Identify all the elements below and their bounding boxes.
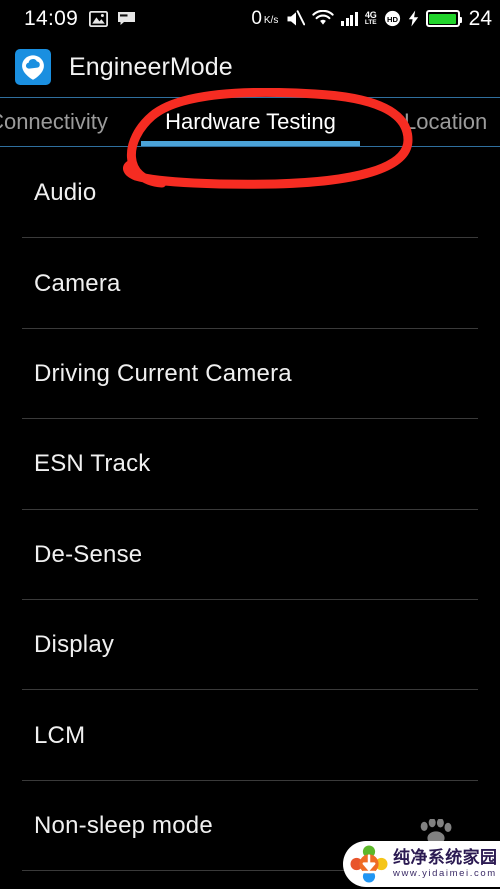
- tab-bar: Connectivity Hardware Testing Location: [0, 97, 500, 147]
- tab-location[interactable]: Location: [404, 98, 500, 146]
- list-item-label: ESN Track: [34, 450, 151, 478]
- svg-text:HD: HD: [387, 15, 398, 24]
- network-speed-unit: K/s: [263, 15, 279, 26]
- app-title: EngineerMode: [69, 52, 233, 81]
- list-item-label: LCM: [34, 721, 86, 749]
- status-bar: 14:09 0 K/s 4G LTE HD 24: [0, 0, 500, 37]
- list-item-label: Audio: [34, 179, 97, 207]
- volte-4g-icon: 4G LTE: [364, 10, 377, 26]
- hd-call-icon: HD: [384, 10, 401, 27]
- mute-icon: [285, 9, 306, 28]
- status-bar-clock: 14:09: [24, 7, 79, 30]
- list-item-label: Camera: [34, 269, 121, 297]
- app-bar: EngineerMode: [0, 37, 500, 97]
- battery-icon: [425, 10, 462, 27]
- list-item[interactable]: De-Sense: [0, 510, 500, 601]
- status-bar-system-icons: 0 K/s 4G LTE HD 24: [251, 8, 492, 29]
- status-bar-notification-icons: [89, 10, 136, 27]
- list-item[interactable]: Non-sleep mode: [0, 781, 500, 872]
- list-item-label: Display: [34, 631, 115, 659]
- signal-bars-icon: [341, 11, 358, 26]
- list-item[interactable]: Display: [0, 600, 500, 691]
- charging-bolt-icon: [408, 10, 419, 27]
- engineermode-app-icon: [15, 49, 51, 85]
- list-item[interactable]: ESN Track: [0, 419, 500, 510]
- tab-connectivity[interactable]: Connectivity: [0, 98, 143, 146]
- hardware-testing-list: Audio Camera Driving Current Camera ESN …: [0, 148, 500, 889]
- network-speed-value: 0: [251, 8, 262, 29]
- list-item-label: Non-sleep mode: [34, 811, 213, 839]
- tab-connectivity-label: Connectivity: [0, 109, 108, 134]
- network-speed-indicator: 0 K/s: [251, 9, 278, 28]
- list-item-label: De-Sense: [34, 540, 143, 568]
- active-tab-underline: [141, 141, 360, 146]
- list-item-label: Driving Current Camera: [34, 359, 292, 387]
- tab-location-label: Location: [404, 109, 488, 134]
- photo-icon: [89, 10, 109, 27]
- wifi-icon: [312, 10, 334, 27]
- tab-hardware-testing-label: Hardware Testing: [165, 109, 336, 134]
- phone-screen: 14:09 0 K/s 4G LTE HD 24 EngineerMode Co…: [0, 0, 500, 889]
- list-item[interactable]: Driving Current Camera: [0, 329, 500, 420]
- battery-percent-label: 24: [468, 7, 492, 30]
- list-item[interactable]: Camera: [0, 238, 500, 330]
- list-item[interactable]: Audio: [0, 148, 500, 239]
- list-item[interactable]: LCM: [0, 690, 500, 782]
- screenshot-icon: [117, 11, 136, 26]
- tab-hardware-testing[interactable]: Hardware Testing: [141, 98, 360, 146]
